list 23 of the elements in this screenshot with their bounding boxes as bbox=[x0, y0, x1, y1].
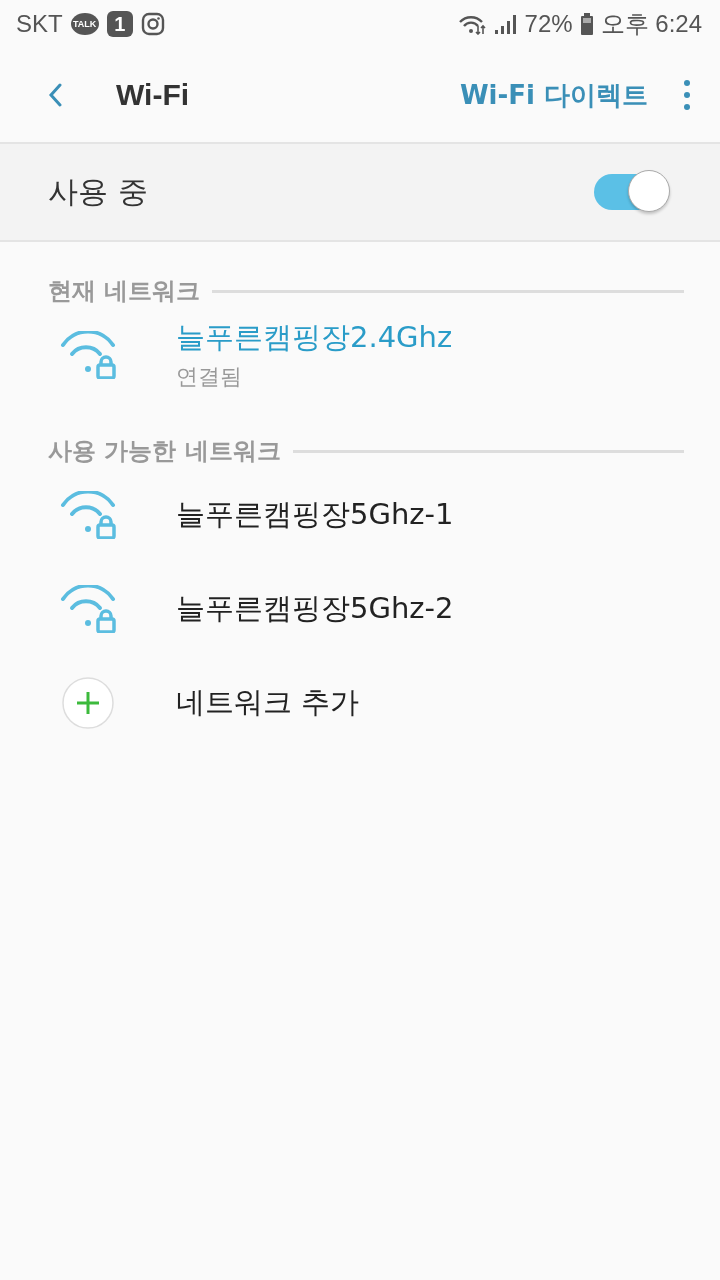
more-icon bbox=[684, 80, 690, 110]
cellular-signal-icon bbox=[493, 13, 517, 35]
clock-time: 오후 6:24 bbox=[600, 9, 702, 39]
add-icon bbox=[62, 677, 114, 729]
network-row[interactable]: 늘푸른캠핑장5Ghz-1 bbox=[0, 468, 720, 562]
carrier-name: SKT bbox=[16, 10, 63, 38]
network-row[interactable]: 늘푸른캠핑장5Ghz-2 bbox=[0, 562, 720, 656]
screen-title: Wi-Fi bbox=[116, 78, 191, 112]
section-header: 사용 가능한 네트워크 bbox=[48, 436, 281, 467]
add-network-row[interactable]: 네트워크 추가 bbox=[0, 656, 720, 750]
battery-icon bbox=[580, 13, 593, 35]
network-name: 늘푸른캠핑장2.4Ghz bbox=[176, 319, 453, 356]
battery-percent: 72% bbox=[524, 10, 573, 38]
network-name: 네트워크 추가 bbox=[176, 684, 360, 721]
connection-status: 연결됨 bbox=[176, 363, 243, 391]
section-header: 현재 네트워크 bbox=[48, 276, 201, 307]
chat-icon: TALK bbox=[70, 13, 99, 35]
notification-badge: 1 bbox=[106, 11, 133, 37]
network-name: 늘푸른캠핑장5Ghz-1 bbox=[176, 496, 454, 533]
network-name: 늘푸른캠핑장5Ghz-2 bbox=[176, 590, 454, 627]
wifi-signal-icon bbox=[457, 13, 486, 35]
switch-label: 사용 중 bbox=[48, 172, 148, 211]
camera-icon bbox=[140, 12, 165, 36]
